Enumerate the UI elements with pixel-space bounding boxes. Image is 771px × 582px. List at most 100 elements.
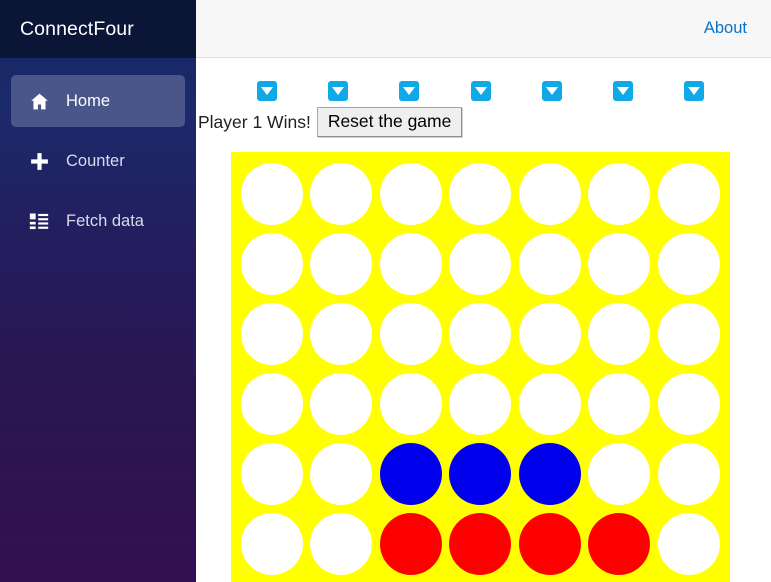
board-cell-r4-c4[interactable] [446,369,516,439]
disc-blue [518,443,581,505]
triangle-down-icon [688,87,701,95]
empty-slot [518,163,581,225]
sidebar-item-label: Home [66,91,111,110]
board-cell-r6-c4[interactable] [446,509,516,579]
empty-slot [240,373,303,435]
board-cell-r4-c3[interactable] [376,369,446,439]
column-drop-buttons [231,79,731,103]
list-icon [28,210,50,232]
sidebar-item-home[interactable]: Home [11,75,185,127]
board-cell-r6-c3[interactable] [376,509,446,579]
game-board [231,152,730,582]
board-cell-r6-c2[interactable] [307,509,377,579]
empty-slot [657,443,720,505]
board-cell-r2-c7[interactable] [654,229,724,299]
empty-slot [657,163,720,225]
drop-cell-4 [445,79,516,103]
board-row [237,159,724,229]
empty-slot [379,163,442,225]
board-cell-r3-c1[interactable] [237,299,307,369]
triangle-down-icon [403,87,416,95]
empty-slot [518,373,581,435]
board-cell-r5-c6[interactable] [585,439,655,509]
board-cell-r3-c7[interactable] [654,299,724,369]
triangle-down-icon [260,87,273,95]
board-cell-r3-c2[interactable] [307,299,377,369]
empty-slot [657,233,720,295]
board-cell-r3-c5[interactable] [515,299,585,369]
board-cell-r1-c1[interactable] [237,159,307,229]
empty-slot [240,163,303,225]
main-content: Player 1 Wins! Reset the game [196,59,771,582]
board-cell-r3-c4[interactable] [446,299,516,369]
drop-column-7-button[interactable] [684,81,705,101]
triangle-down-icon [331,87,344,95]
drop-column-1-button[interactable] [256,81,277,101]
board-cell-r4-c6[interactable] [585,369,655,439]
board-cell-r2-c2[interactable] [307,229,377,299]
drop-column-5-button[interactable] [541,81,562,101]
board-cell-r1-c6[interactable] [585,159,655,229]
board-cell-r4-c2[interactable] [307,369,377,439]
board-cell-r2-c5[interactable] [515,229,585,299]
board-cell-r6-c5[interactable] [515,509,585,579]
drop-cell-2 [302,79,373,103]
board-cell-r2-c4[interactable] [446,229,516,299]
empty-slot [657,303,720,365]
board-cell-r6-c1[interactable] [237,509,307,579]
sidebar-item-fetch-data[interactable]: Fetch data [11,195,185,247]
top-header-bar: About [196,0,771,58]
empty-slot [449,373,512,435]
board-cell-r1-c5[interactable] [515,159,585,229]
drop-cell-7 [659,79,730,103]
empty-slot [588,163,651,225]
drop-column-6-button[interactable] [613,81,634,101]
drop-column-4-button[interactable] [470,81,491,101]
board-cell-r2-c3[interactable] [376,229,446,299]
board-cell-r6-c7[interactable] [654,509,724,579]
disc-blue [379,443,442,505]
board-cell-r5-c5[interactable] [515,439,585,509]
sidebar-item-counter[interactable]: Counter [11,135,185,187]
board-cell-r5-c1[interactable] [237,439,307,509]
reset-game-button[interactable]: Reset the game [316,107,463,137]
board-cell-r1-c3[interactable] [376,159,446,229]
board-cell-r6-c6[interactable] [585,509,655,579]
triangle-down-icon [474,87,487,95]
about-link[interactable]: About [704,19,747,38]
board-cell-r4-c1[interactable] [237,369,307,439]
triangle-down-icon [545,87,558,95]
plus-icon [28,150,50,172]
board-cell-r3-c6[interactable] [585,299,655,369]
board-cell-r3-c3[interactable] [376,299,446,369]
empty-slot [240,233,303,295]
drop-cell-5 [516,79,587,103]
sidebar-item-label: Counter [66,151,125,170]
drop-column-2-button[interactable] [327,81,348,101]
empty-slot [310,443,373,505]
board-cell-r5-c7[interactable] [654,439,724,509]
board-cell-r4-c5[interactable] [515,369,585,439]
board-cell-r1-c7[interactable] [654,159,724,229]
board-cell-r5-c2[interactable] [307,439,377,509]
board-cell-r1-c4[interactable] [446,159,516,229]
disc-blue [449,443,512,505]
board-cell-r5-c4[interactable] [446,439,516,509]
disc-red [449,513,512,575]
board-cell-r2-c6[interactable] [585,229,655,299]
sidebar-item-label: Fetch data [66,211,144,230]
board-row [237,509,724,579]
board-cell-r2-c1[interactable] [237,229,307,299]
sidebar: ConnectFour Home Counter Fetch data [0,0,196,582]
drop-cell-1 [231,79,302,103]
board-cell-r1-c2[interactable] [307,159,377,229]
empty-slot [379,233,442,295]
empty-slot [588,233,651,295]
drop-column-3-button[interactable] [399,81,420,101]
app-brand-title: ConnectFour [20,17,134,40]
home-icon [28,90,50,112]
board-cell-r5-c3[interactable] [376,439,446,509]
empty-slot [588,373,651,435]
empty-slot [310,513,373,575]
board-cell-r4-c7[interactable] [654,369,724,439]
